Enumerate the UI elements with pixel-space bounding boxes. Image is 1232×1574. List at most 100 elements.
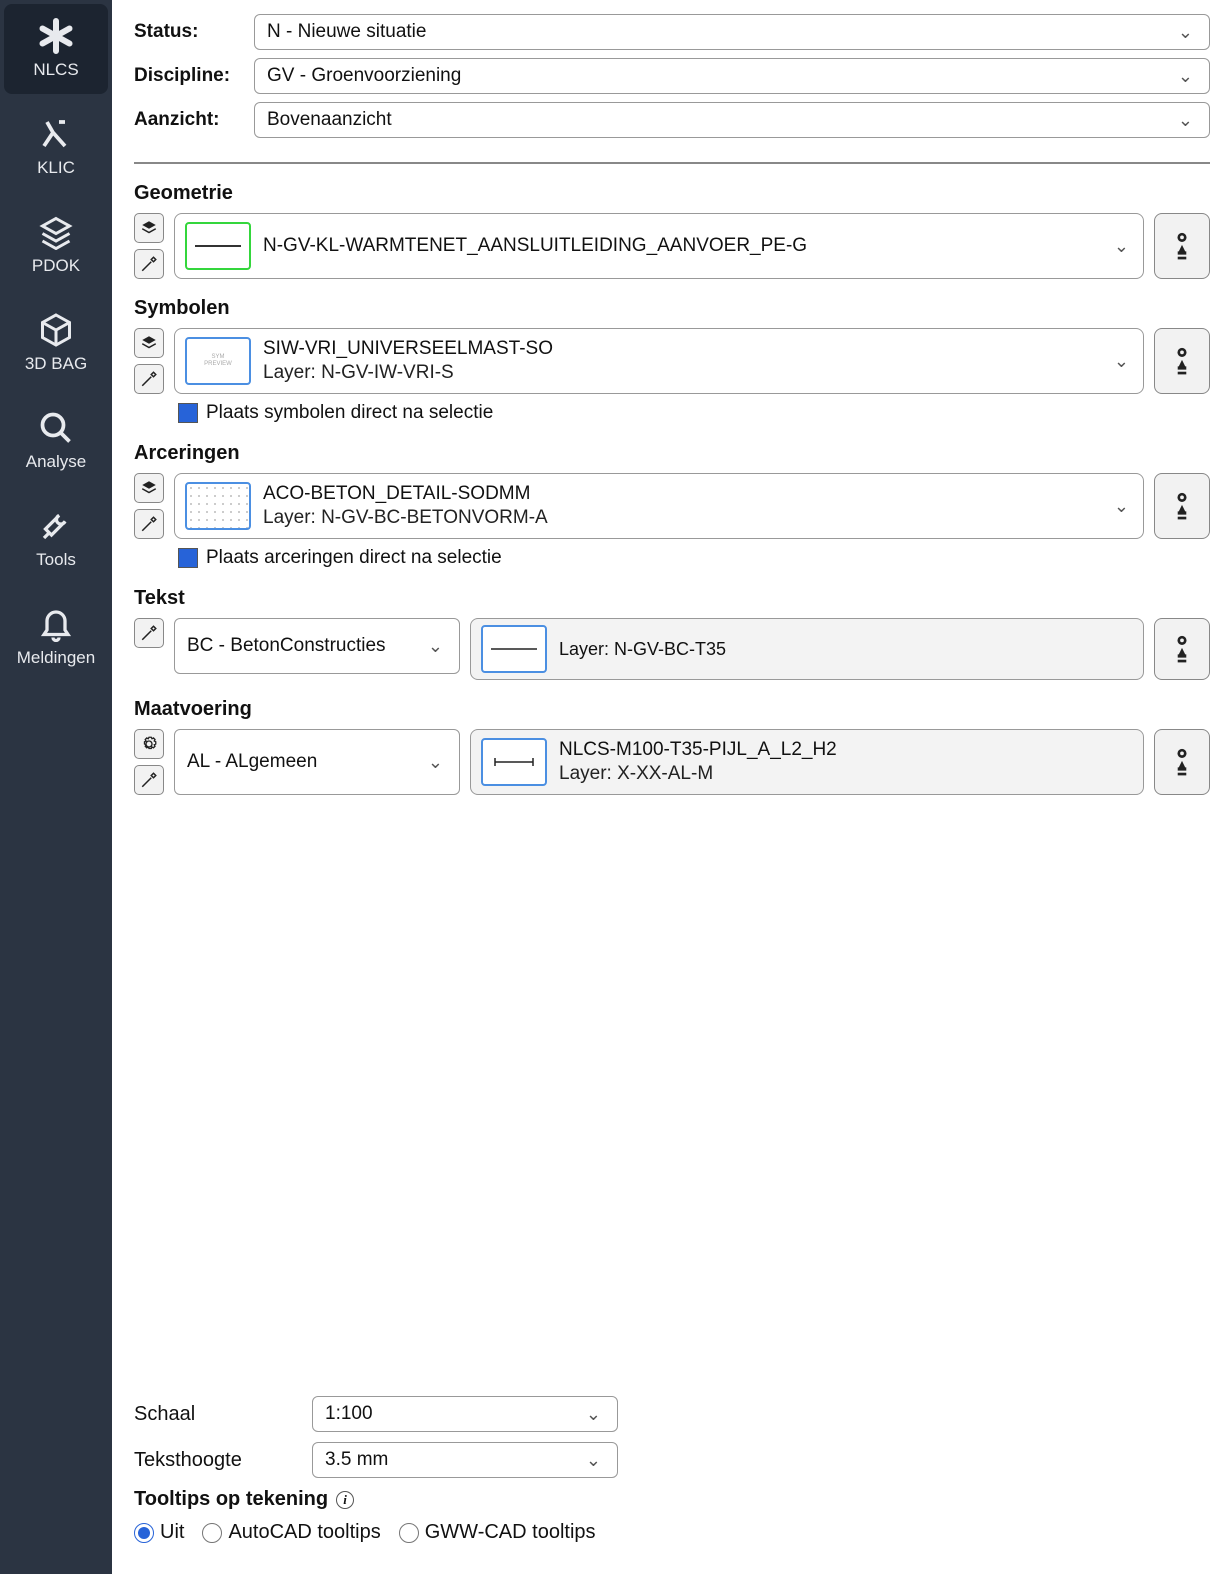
arceringen-select[interactable]: ACO-BETON_DETAIL-SODMM Layer: N-GV-BC-BE… <box>174 473 1144 539</box>
symbolen-title: Symbolen <box>134 297 1210 320</box>
sidebar-item-pdok[interactable]: PDOK <box>4 200 108 290</box>
tooltips-radios: Uit AutoCAD tooltips GWW-CAD tooltips <box>134 1521 1210 1544</box>
checkbox-checked-icon <box>178 403 198 423</box>
sidebar-item-analyse[interactable]: Analyse <box>4 396 108 486</box>
tekst-title: Tekst <box>134 587 1210 610</box>
radio-gwwcad[interactable]: GWW-CAD tooltips <box>399 1521 596 1544</box>
eyedropper-button[interactable] <box>134 618 164 648</box>
arceringen-section: Arceringen ACO-BETON_DETAIL-SODMM Layer:… <box>134 442 1210 569</box>
sidebar-item-nlcs[interactable]: NLCS <box>4 4 108 94</box>
search-icon <box>38 410 74 446</box>
teksthoogte-value: 3.5 mm <box>325 1449 388 1471</box>
sidebar-label: Meldingen <box>17 648 95 668</box>
cube-icon <box>38 312 74 348</box>
aanzicht-label: Aanzicht: <box>134 109 242 131</box>
sidebar-label: PDOK <box>32 256 80 276</box>
sidebar-label: KLIC <box>37 158 75 178</box>
settings-button[interactable] <box>134 729 164 759</box>
lambda-icon <box>38 116 74 152</box>
geometrie-value: N-GV-KL-WARMTENET_AANSLUITLEIDING_AANVOE… <box>263 235 1098 257</box>
tekst-section: Tekst BC - BetonConstructies ⌄ Layer: N-… <box>134 587 1210 680</box>
sidebar-item-3dbag[interactable]: 3D BAG <box>4 298 108 388</box>
sidebar-item-tools[interactable]: Tools <box>4 494 108 584</box>
sidebar-label: NLCS <box>33 60 78 80</box>
schaal-value: 1:100 <box>325 1403 373 1425</box>
tekst-select[interactable]: BC - BetonConstructies ⌄ <box>174 618 460 674</box>
place-arceringen-button[interactable] <box>1154 473 1210 539</box>
layers-button[interactable] <box>134 473 164 503</box>
chevron-down-icon: ⌄ <box>1174 22 1197 43</box>
arceringen-thumb <box>185 482 251 530</box>
chevron-down-icon: ⌄ <box>582 1404 605 1425</box>
place-geometrie-button[interactable] <box>1154 213 1210 279</box>
radio-input[interactable] <box>134 1523 154 1543</box>
divider <box>134 162 1210 164</box>
status-label: Status: <box>134 21 242 43</box>
eyedropper-button[interactable] <box>134 249 164 279</box>
eyedropper-button[interactable] <box>134 765 164 795</box>
chevron-down-icon: ⌄ <box>424 752 447 773</box>
teksthoogte-select[interactable]: 3.5 mm ⌄ <box>312 1442 618 1478</box>
bottom-settings: Schaal 1:100 ⌄ Teksthoogte 3.5 mm ⌄ Tool… <box>134 1396 1210 1544</box>
symbolen-select[interactable]: SYMPREVIEW SIW-VRI_UNIVERSEELMAST-SO Lay… <box>174 328 1144 394</box>
layers-icon <box>38 214 74 250</box>
chevron-down-icon: ⌄ <box>1174 110 1197 131</box>
radio-input[interactable] <box>399 1523 419 1543</box>
symbolen-section: Symbolen SYMPREVIEW SIW-VRI_UNIVERSEELMA… <box>134 297 1210 424</box>
place-maat-button[interactable] <box>1154 729 1210 795</box>
discipline-label: Discipline: <box>134 65 242 87</box>
maat-sel-value: AL - ALgemeen <box>187 751 317 773</box>
place-tekst-button[interactable] <box>1154 618 1210 680</box>
geometrie-thumb <box>185 222 251 270</box>
arceringen-checkbox-row[interactable]: Plaats arceringen direct na selectie <box>178 547 1210 569</box>
aanzicht-value: Bovenaanzicht <box>267 109 392 131</box>
tools-icon <box>38 508 74 544</box>
chevron-down-icon: ⌄ <box>1174 66 1197 87</box>
layers-button[interactable] <box>134 328 164 358</box>
sidebar-item-meldingen[interactable]: Meldingen <box>4 592 108 682</box>
chevron-down-icon: ⌄ <box>582 1450 605 1471</box>
chevron-down-icon: ⌄ <box>1110 496 1133 517</box>
geometrie-section: Geometrie N-GV-KL-WARMTENET_AANSLUITLEID… <box>134 182 1210 279</box>
maat-title: Maatvoering <box>134 698 1210 721</box>
symbolen-checkbox-row[interactable]: Plaats symbolen direct na selectie <box>178 402 1210 424</box>
schaal-select[interactable]: 1:100 ⌄ <box>312 1396 618 1432</box>
sidebar-label: 3D BAG <box>25 354 87 374</box>
tekst-layer: Layer: N-GV-BC-T35 <box>559 639 726 660</box>
arceringen-title: Arceringen <box>134 442 1210 465</box>
geometrie-title: Geometrie <box>134 182 1210 205</box>
arceringen-line2: Layer: N-GV-BC-BETONVORM-A <box>263 507 1098 529</box>
maat-layer: Layer: X-XX-AL-M <box>559 763 1133 785</box>
radio-uit[interactable]: Uit <box>134 1521 184 1544</box>
sidebar: NLCS KLIC PDOK 3D BAG Analyse Tools Me <box>0 0 112 1574</box>
maatvoering-section: Maatvoering AL - ALgemeen ⌄ NLCS-M100-T3… <box>134 698 1210 795</box>
symbolen-checkbox-label: Plaats symbolen direct na selectie <box>206 402 493 424</box>
symbolen-line1: SIW-VRI_UNIVERSEELMAST-SO <box>263 338 1098 360</box>
symbolen-line2: Layer: N-GV-IW-VRI-S <box>263 362 1098 384</box>
discipline-value: GV - Groenvoorziening <box>267 65 461 87</box>
sidebar-label: Tools <box>36 550 76 570</box>
symbolen-thumb: SYMPREVIEW <box>185 337 251 385</box>
chevron-down-icon: ⌄ <box>424 636 447 657</box>
info-icon[interactable]: i <box>336 1491 354 1509</box>
eyedropper-button[interactable] <box>134 364 164 394</box>
sidebar-item-klic[interactable]: KLIC <box>4 102 108 192</box>
layers-button[interactable] <box>134 213 164 243</box>
status-select[interactable]: N - Nieuwe situatie ⌄ <box>254 14 1210 50</box>
maat-select[interactable]: AL - ALgemeen ⌄ <box>174 729 460 795</box>
discipline-select[interactable]: GV - Groenvoorziening ⌄ <box>254 58 1210 94</box>
tekst-layer-box[interactable]: Layer: N-GV-BC-T35 <box>470 618 1144 680</box>
main-panel: Status: N - Nieuwe situatie ⌄ Discipline… <box>112 0 1232 1574</box>
eyedropper-button[interactable] <box>134 509 164 539</box>
geometrie-select[interactable]: N-GV-KL-WARMTENET_AANSLUITLEIDING_AANVOE… <box>174 213 1144 279</box>
radio-autocad[interactable]: AutoCAD tooltips <box>202 1521 380 1544</box>
chevron-down-icon: ⌄ <box>1110 351 1133 372</box>
top-form: Status: N - Nieuwe situatie ⌄ Discipline… <box>134 14 1210 146</box>
radio-input[interactable] <box>202 1523 222 1543</box>
arceringen-checkbox-label: Plaats arceringen direct na selectie <box>206 547 502 569</box>
chevron-down-icon: ⌄ <box>1110 236 1133 257</box>
maat-layer-box[interactable]: NLCS-M100-T35-PIJL_A_L2_H2 Layer: X-XX-A… <box>470 729 1144 795</box>
place-symbolen-button[interactable] <box>1154 328 1210 394</box>
bell-icon <box>38 606 74 642</box>
aanzicht-select[interactable]: Bovenaanzicht ⌄ <box>254 102 1210 138</box>
